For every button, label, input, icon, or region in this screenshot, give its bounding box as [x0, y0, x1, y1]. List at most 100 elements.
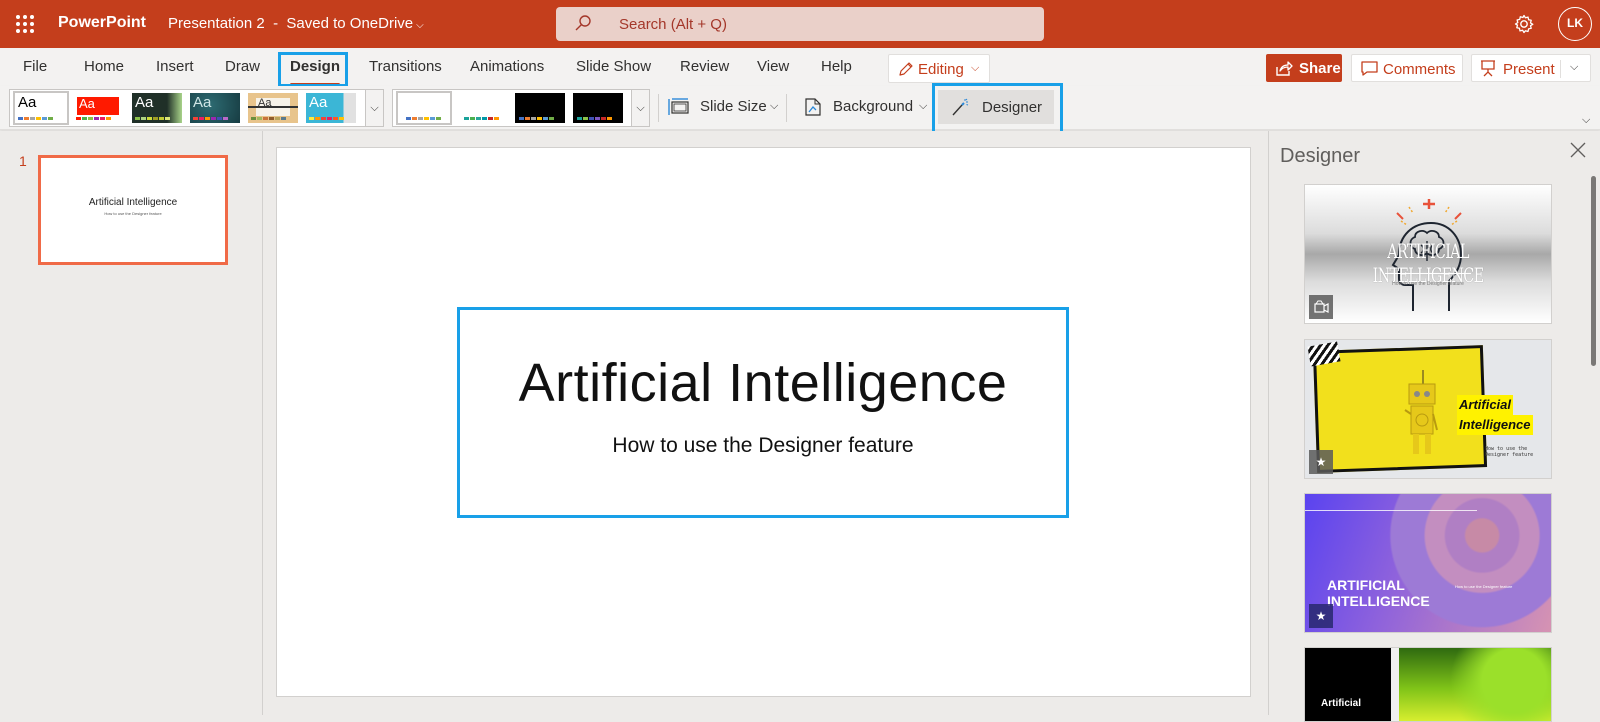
- theme-glyph: Aa: [79, 96, 95, 111]
- theme-dark-green[interactable]: Aa: [132, 93, 182, 123]
- search-input[interactable]: Search (Alt + Q): [556, 7, 1044, 41]
- ribbon-separator: [658, 94, 659, 122]
- design-idea-title: ARTIFICIAL INTELLIGENCE: [1372, 239, 1484, 287]
- theme-glyph: Aa: [309, 94, 328, 111]
- theme-office[interactable]: Aa: [13, 91, 69, 125]
- theme-glyph: Aa: [135, 94, 154, 111]
- design-idea-divider: [1305, 510, 1477, 511]
- themes-gallery: Aa Aa Aa Aa Aa Aa ⌵: [9, 89, 384, 127]
- search-placeholder: Search (Alt + Q): [619, 16, 727, 33]
- variant-4[interactable]: [573, 93, 623, 123]
- slide-number: 1: [19, 153, 27, 169]
- video-icon: [1309, 295, 1333, 319]
- tab-slide-show[interactable]: Slide Show: [576, 58, 651, 75]
- variants-more-chevron-icon[interactable]: ⌵: [631, 90, 649, 126]
- editing-label: Editing: [918, 61, 964, 78]
- tab-draw[interactable]: Draw: [225, 58, 260, 75]
- theme-colors: [18, 117, 53, 120]
- chevron-down-icon: ⌵: [770, 100, 779, 112]
- design-idea-subtitle: How to use the Designer feature: [1392, 281, 1464, 287]
- design-idea-card[interactable]: ARTIFICIAL INTELLIGENCE How to use the D…: [1304, 184, 1552, 324]
- tab-file[interactable]: File: [23, 58, 47, 75]
- design-idea-divider: [1385, 273, 1471, 274]
- design-idea-card[interactable]: Artificial: [1304, 647, 1552, 722]
- title-placeholder-highlight[interactable]: Artificial Intelligence How to use the D…: [457, 307, 1069, 518]
- star-icon: ★: [1309, 450, 1333, 474]
- app-launcher-icon[interactable]: [16, 15, 34, 33]
- tab-view[interactable]: View: [757, 58, 789, 75]
- editing-mode-button[interactable]: Editing ⌵: [888, 54, 990, 83]
- star-icon: ★: [1309, 604, 1333, 628]
- present-label: Present: [1503, 61, 1555, 78]
- document-title[interactable]: Presentation 2 - Saved to OneDrive ⌵: [168, 15, 424, 32]
- theme-colors: [76, 117, 111, 120]
- tab-help[interactable]: Help: [821, 58, 852, 75]
- slide-size-icon: [668, 98, 689, 115]
- background-button[interactable]: Background ⌵: [802, 92, 932, 122]
- share-icon: [1276, 61, 1293, 76]
- chevron-down-icon: ⌵: [919, 100, 928, 112]
- design-idea-card[interactable]: ARTIFICIAL INTELLIGENCE How to use the D…: [1304, 493, 1552, 633]
- tab-transitions[interactable]: Transitions: [369, 58, 442, 75]
- variant-2[interactable]: [456, 93, 506, 123]
- app-name[interactable]: PowerPoint: [58, 14, 146, 32]
- slide-size-label: Slide Size: [700, 98, 767, 115]
- theme-glyph: Aa: [18, 94, 37, 111]
- theme-colors: [251, 117, 286, 120]
- design-idea-subtitle: How to use the Designer feature: [1485, 446, 1534, 458]
- variants-gallery: ⌵: [392, 89, 650, 127]
- ribbon-collapse-chevron-icon[interactable]: ⌵: [1582, 114, 1590, 127]
- theme-wood[interactable]: Aa: [248, 93, 298, 123]
- present-button[interactable]: Present ⌵: [1471, 54, 1591, 82]
- document-title-text: Presentation 2 - Saved to OneDrive: [168, 15, 414, 32]
- variant-colors: [519, 117, 554, 120]
- theme-glyph: Aa: [258, 97, 272, 109]
- designer-pane: Designer ARTIFICIAL INTELLIGENCE How to …: [1269, 131, 1600, 722]
- slide-subtitle[interactable]: How to use the Designer feature: [460, 434, 1066, 458]
- tab-animations[interactable]: Animations: [470, 58, 544, 75]
- thumbnail-title: Artificial Intelligence: [88, 197, 178, 208]
- ribbon-separator: [786, 94, 787, 122]
- design-idea-title-line1: ARTIFICIAL: [1327, 577, 1405, 593]
- variant-colors: [577, 117, 612, 120]
- tab-review[interactable]: Review: [680, 58, 729, 75]
- comments-label: Comments: [1383, 61, 1456, 78]
- close-icon[interactable]: [1568, 140, 1588, 160]
- title-bar: PowerPoint Presentation 2 - Saved to One…: [0, 0, 1600, 48]
- design-idea-title-line2: Intelligence: [1457, 415, 1533, 435]
- tab-home[interactable]: Home: [84, 58, 124, 75]
- theme-red[interactable]: Aa: [73, 93, 123, 123]
- variant-3[interactable]: [515, 93, 565, 123]
- black-panel: [1305, 648, 1393, 721]
- thumbnail-subtitle: How to use the Designer feature: [104, 211, 162, 216]
- theme-teal[interactable]: Aa: [190, 93, 240, 123]
- share-button[interactable]: Share: [1266, 54, 1342, 82]
- robot-illustration: [1404, 370, 1438, 454]
- settings-gear-icon[interactable]: [1513, 13, 1535, 35]
- present-options-chevron-icon[interactable]: ⌵: [1570, 61, 1578, 74]
- design-idea-title: Artificial: [1321, 698, 1362, 709]
- pencil-icon: [899, 62, 913, 76]
- slide-thumbnail[interactable]: Artificial Intelligence How to use the D…: [38, 155, 228, 265]
- design-idea-title: ARTIFICIAL INTELLIGENCE: [1327, 577, 1430, 609]
- designer-button-highlight: [932, 83, 1063, 134]
- present-separator: [1560, 60, 1561, 78]
- design-idea-title-line1: Artificial: [1457, 395, 1514, 415]
- variant-1[interactable]: [396, 91, 452, 125]
- slide-canvas[interactable]: Artificial Intelligence How to use the D…: [276, 147, 1251, 697]
- slide-title[interactable]: Artificial Intelligence: [460, 352, 1066, 414]
- theme-colors: [135, 117, 170, 120]
- ribbon-tabs: File Home Insert Draw Design Transitions…: [0, 48, 1600, 87]
- design-idea-card[interactable]: Artificial Intelligence How to use the D…: [1304, 339, 1552, 479]
- slide-size-button[interactable]: Slide Size ⌵: [668, 92, 783, 122]
- comments-button[interactable]: Comments: [1351, 54, 1463, 82]
- themes-more-chevron-icon[interactable]: ⌵: [365, 90, 383, 126]
- designer-pane-title: Designer: [1280, 145, 1361, 167]
- share-label: Share: [1299, 60, 1341, 77]
- comment-icon: [1361, 61, 1378, 76]
- presentation-icon: [1481, 60, 1495, 77]
- theme-blue[interactable]: Aa: [306, 93, 356, 123]
- tab-insert[interactable]: Insert: [156, 58, 194, 75]
- designer-pane-scrollbar[interactable]: [1591, 176, 1596, 366]
- user-avatar[interactable]: LK: [1558, 7, 1592, 41]
